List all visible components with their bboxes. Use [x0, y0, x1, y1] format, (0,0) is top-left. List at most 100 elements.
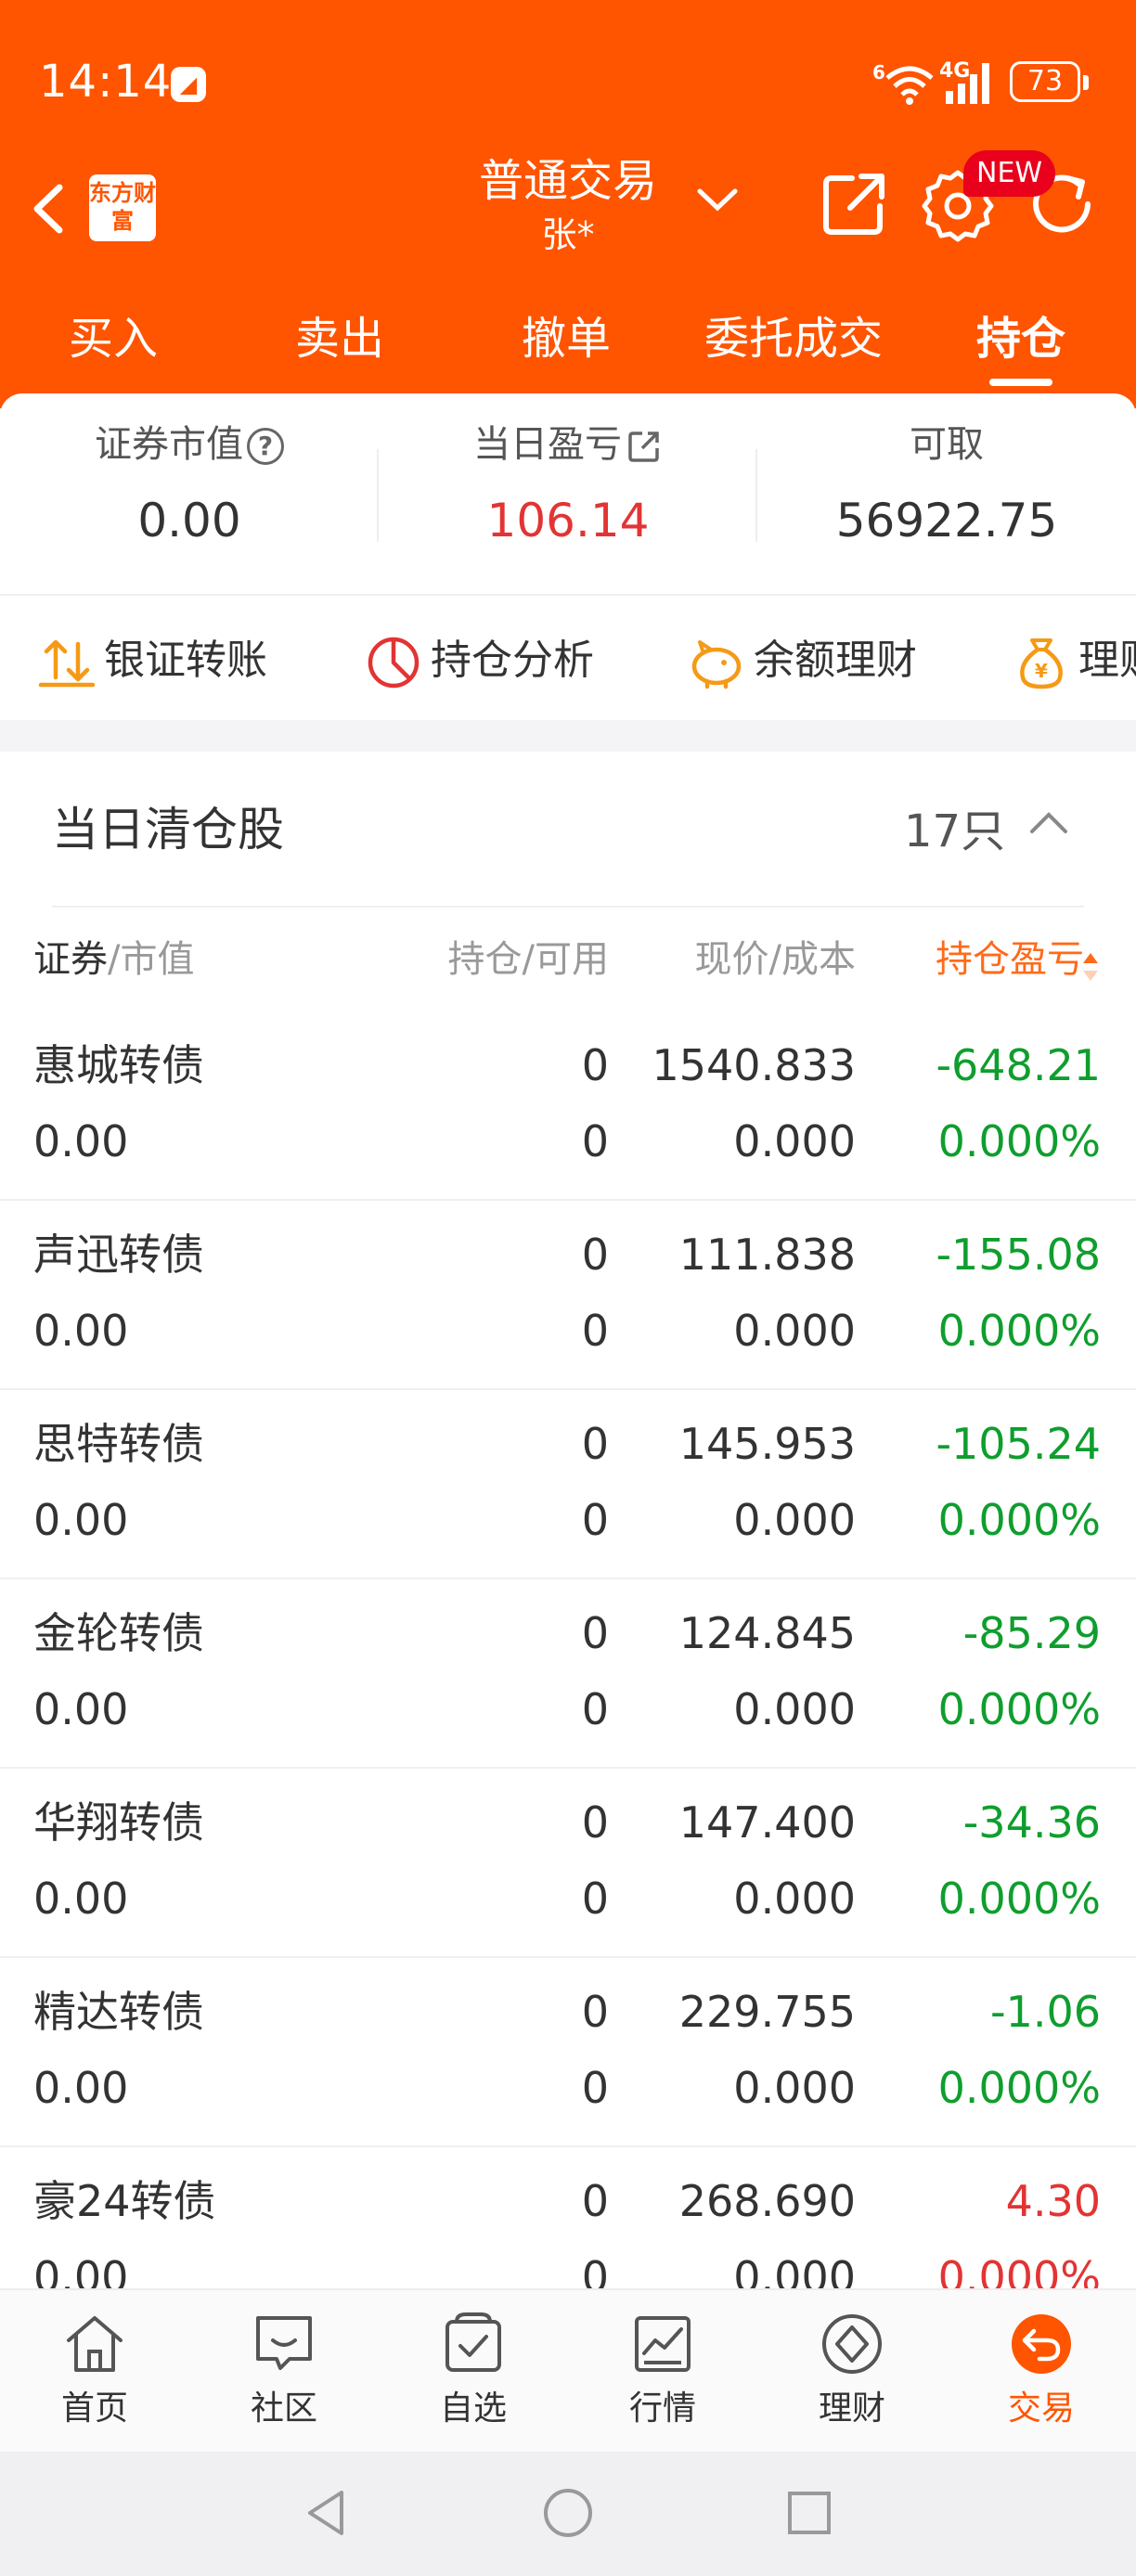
battery-indicator: 73 [1010, 61, 1089, 102]
wifi-icon [885, 66, 934, 105]
community-icon [256, 2316, 312, 2370]
pl-cell: 4.30 [1005, 2176, 1101, 2226]
money-bag-icon: ¥ [1020, 638, 1063, 689]
table-row[interactable]: 豪24转债 0.00 0 0 268.690 0.000 4.30 0.000% [0, 2147, 1136, 2292]
tab-orders[interactable]: 委托成交 [687, 297, 900, 390]
available-cell: 0 [581, 1684, 609, 1734]
price-cell: 145.953 [678, 1419, 856, 1469]
help-icon[interactable]: ? [247, 428, 284, 465]
available-cell: 0 [581, 1306, 609, 1356]
col-hold-header: 持仓/可用 [447, 938, 609, 981]
pl-cell: -648.21 [936, 1040, 1101, 1090]
external-link-icon[interactable] [626, 428, 663, 465]
quick-label: 余额理财 [754, 637, 917, 684]
quick-bank-transfer[interactable]: 银证转账 [37, 631, 267, 690]
cost-cell: 0.000 [733, 1684, 856, 1734]
market-chart-icon [635, 2316, 691, 2372]
system-home-icon[interactable] [540, 2485, 596, 2541]
section-title: 当日清仓股 [52, 803, 284, 857]
cost-cell: 0.000 [733, 1495, 856, 1545]
home-icon [67, 2316, 123, 2372]
price-cell: 268.690 [678, 2176, 856, 2226]
positions-list: 惠城转债 0.00 0 0 1540.833 0.000 -648.21 0.0… [0, 1011, 1136, 2292]
security-name: 思特转债 [33, 1419, 204, 1469]
pl-pct-cell: 0.000% [937, 1306, 1101, 1356]
pl-pct-cell: 0.000% [937, 1495, 1101, 1545]
market-value-label: 证券市值 [95, 423, 243, 466]
chevron-down-icon[interactable] [694, 182, 741, 219]
hold-cell: 0 [581, 1987, 609, 2037]
quick-balance-finance[interactable]: 余额理财 [687, 631, 917, 690]
quick-label: 银证转账 [104, 637, 267, 684]
pl-pct-cell: 0.000% [937, 2252, 1101, 2292]
hold-cell: 0 [581, 1608, 609, 1658]
pl-cell: -1.06 [989, 1987, 1101, 2037]
hold-cell: 0 [581, 1797, 609, 1848]
trade-icon [1012, 2314, 1071, 2374]
available-cell: 0 [581, 2063, 609, 2113]
system-back-icon[interactable] [299, 2485, 355, 2541]
available-cell: 0 [581, 2252, 609, 2292]
quick-label: 理财 [1078, 637, 1136, 684]
back-arrow-icon[interactable] [22, 176, 78, 241]
pl-cell: -105.24 [936, 1419, 1101, 1469]
active-tab-indicator [989, 379, 1052, 386]
table-row[interactable]: 金轮转债 0.00 0 0 124.845 0.000 -85.29 0.000… [0, 1579, 1136, 1769]
market-value-cell: 0.00 [33, 1684, 129, 1734]
share-icon[interactable] [815, 165, 893, 243]
security-name: 精达转债 [33, 1987, 204, 2037]
watchlist-icon [445, 2312, 501, 2372]
market-value-cell: 0.00 [33, 2063, 129, 2113]
security-name: 金轮转债 [33, 1608, 204, 1658]
positions-panel: 当日清仓股 17只 证券/市值 持仓/可用 现价/成本 持仓盈亏 惠城转债 0.… [0, 752, 1136, 2292]
pl-pct-cell: 0.000% [937, 2063, 1101, 2113]
divider [52, 906, 1084, 908]
withdrawable-label: 可取 [910, 423, 984, 466]
price-cell: 124.845 [678, 1608, 856, 1658]
market-value: 0.00 [137, 494, 241, 547]
nav-trade[interactable]: 交易 [967, 2309, 1116, 2433]
hold-cell: 0 [581, 1040, 609, 1090]
security-name: 华翔转债 [33, 1797, 204, 1848]
cost-cell: 0.000 [733, 2252, 856, 2292]
quick-position-analysis[interactable]: 持仓分析 [364, 631, 594, 690]
table-row[interactable]: 华翔转债 0.00 0 0 147.400 0.000 -34.36 0.000… [0, 1769, 1136, 1958]
nav-wealth[interactable]: 理财 [778, 2309, 926, 2433]
table-row[interactable]: 惠城转债 0.00 0 0 1540.833 0.000 -648.21 0.0… [0, 1011, 1136, 1201]
nav-community[interactable]: 社区 [210, 2309, 358, 2433]
tab-positions[interactable]: 持仓 [945, 297, 1097, 390]
market-value-cell: 0.00 [33, 2252, 129, 2292]
nav-home[interactable]: 首页 [20, 2309, 169, 2433]
table-row[interactable]: 声迅转债 0.00 0 0 111.838 0.000 -155.08 0.00… [0, 1201, 1136, 1390]
quick-actions: 银证转账 持仓分析 余额理财 ¥ 理财 [0, 594, 1136, 720]
nav-market[interactable]: 行情 [588, 2309, 737, 2433]
piggy-bank-icon [691, 640, 742, 689]
col-pl-header[interactable]: 持仓盈亏 [936, 934, 1084, 985]
quick-wealth[interactable]: ¥ 理财 [1012, 631, 1136, 690]
cost-cell: 0.000 [733, 1306, 856, 1356]
table-row[interactable]: 精达转债 0.00 0 0 229.755 0.000 -1.06 0.000% [0, 1958, 1136, 2147]
market-value-cell: 0.00 [33, 1874, 129, 1924]
quick-label: 持仓分析 [431, 637, 594, 684]
available-cell: 0 [581, 1874, 609, 1924]
notification-app-icon: ◢ [171, 67, 206, 102]
cost-cell: 0.000 [733, 2063, 856, 2113]
tab-cancel[interactable]: 撤单 [490, 297, 642, 390]
sort-icon[interactable] [1080, 948, 1101, 985]
cost-cell: 0.000 [733, 1874, 856, 1924]
transfer-icon [38, 639, 96, 688]
cost-cell: 0.000 [733, 1116, 856, 1166]
pl-cell: -85.29 [962, 1608, 1101, 1658]
pl-pct-cell: 0.000% [937, 1684, 1101, 1734]
system-recents-icon[interactable] [781, 2485, 837, 2541]
table-row[interactable]: 思特转债 0.00 0 0 145.953 0.000 -105.24 0.00… [0, 1390, 1136, 1579]
top-nav: 东方财富 普通交易 张* NEW [0, 148, 1136, 269]
tab-buy[interactable]: 买入 [37, 297, 189, 390]
chevron-up-icon[interactable] [1028, 809, 1069, 837]
header: 14:14 ◢ 6 4G 73 东方财富 普通交易 张* NEW 买入 卖出 撤… [0, 0, 1136, 408]
nav-watchlist[interactable]: 自选 [399, 2309, 548, 2433]
daily-pl-block[interactable]: 当日盈亏 106.14 [379, 393, 757, 551]
section-count[interactable]: 17只 [904, 794, 1005, 859]
tab-sell[interactable]: 卖出 [264, 297, 416, 390]
app-logo: 东方财富 [89, 174, 156, 241]
